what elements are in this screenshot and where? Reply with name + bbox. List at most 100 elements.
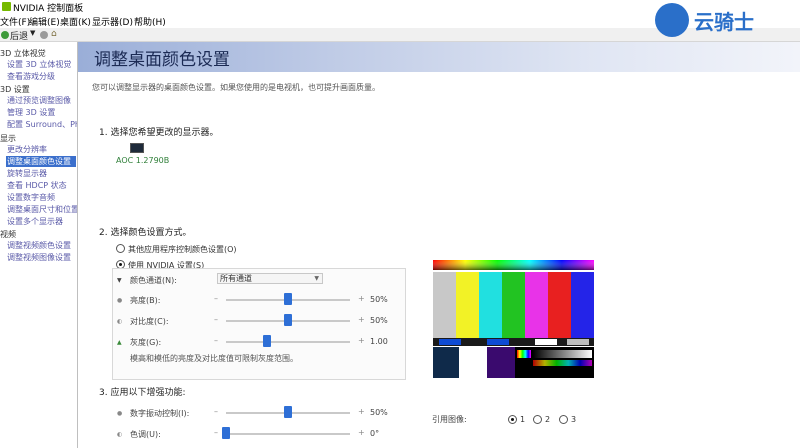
hue-minus-icon[interactable]: – (214, 428, 218, 437)
brightness-slider-thumb[interactable] (284, 293, 292, 305)
page-header: 调整桌面颜色设置 (78, 42, 800, 72)
chevron-down-icon: ▼ (314, 275, 319, 282)
reference-radio-2[interactable] (533, 415, 542, 424)
color-bar (479, 272, 503, 338)
color-bars-test-image (433, 260, 594, 378)
reference-radio-3[interactable] (559, 415, 568, 424)
tree-item-manage-3d[interactable]: 管理 3D 设置 (7, 107, 55, 118)
tree-item-hdcp-status[interactable]: 查看 HDCP 状态 (7, 180, 67, 191)
tree-item-rotate-display[interactable]: 旋转显示器 (7, 168, 47, 179)
page-description: 您可以调整显示器的桌面颜色设置。如果您使用的是电视机，也可提升画面质量。 (92, 83, 380, 92)
brightness-plus-icon[interactable]: + (358, 294, 365, 303)
collapse-triangle-icon[interactable]: ▼ (117, 277, 122, 284)
white-patch (459, 347, 487, 378)
radio-app-control-label[interactable]: 其他应用程序控制颜色设置(O) (128, 244, 237, 255)
tree-item-video-color[interactable]: 调整视频颜色设置 (7, 240, 71, 251)
blue-block (439, 339, 461, 345)
home-icon[interactable]: ⌂ (51, 29, 57, 39)
tree-item-preview-image[interactable]: 通过预览调整图像 (7, 95, 71, 106)
menu-help[interactable]: 帮助(H) (134, 15, 166, 28)
vibrance-minus-icon[interactable]: – (214, 407, 218, 416)
grey-block (567, 339, 589, 345)
monitor-icon[interactable] (130, 143, 144, 153)
tree-item-desktop-size[interactable]: 调整桌面尺寸和位置 (7, 204, 77, 215)
tree-item-video-image[interactable]: 调整视频图像设置 (7, 252, 71, 263)
vibrance-slider-thumb[interactable] (284, 406, 292, 418)
tree-item-game-ratings[interactable]: 查看游戏分级 (7, 71, 55, 82)
reference-image-label: 引用图像: (432, 415, 467, 424)
mini-rainbow (517, 350, 531, 358)
reference-radio-1[interactable] (508, 415, 517, 424)
tree-category-video[interactable]: 视频 (0, 229, 16, 240)
menu-file[interactable]: 文件(F) (0, 15, 30, 28)
section-color-method-label: 2. 选择颜色设置方式。 (99, 228, 192, 238)
hue-slider-thumb[interactable] (222, 427, 230, 439)
page-title: 调整桌面颜色设置 (94, 50, 230, 70)
tree-category-3d-stereo[interactable]: 3D 立体视觉 (0, 48, 46, 59)
contrast-minus-icon[interactable]: – (214, 315, 218, 324)
section-enhancements-label: 3. 应用以下增强功能: (99, 388, 186, 398)
gamma-track[interactable] (226, 341, 350, 343)
contrast-dot-icon: ◐ (117, 318, 123, 325)
back-arrow-icon[interactable] (1, 31, 9, 39)
menu-edit[interactable]: 编辑(E) (29, 15, 60, 28)
forward-arrow-icon[interactable] (40, 31, 48, 39)
grey-ramp (533, 350, 592, 358)
navy-block (433, 347, 459, 378)
reference-radio-3-label[interactable]: 3 (571, 415, 576, 424)
content-panel: 调整桌面颜色设置 您可以调整显示器的桌面颜色设置。如果您使用的是电视机，也可提升… (78, 42, 800, 448)
tree-item-multiple-displays[interactable]: 设置多个显示器 (7, 216, 63, 227)
contrast-value: 50% (370, 316, 388, 325)
color-bar (548, 272, 572, 338)
purple-patch (487, 347, 515, 378)
brightness-label: 亮度(B): (130, 296, 161, 305)
history-dropdown-icon[interactable]: ▼ (30, 29, 35, 37)
color-bar (571, 272, 594, 338)
tree-item-desktop-color[interactable]: 调整桌面颜色设置 (6, 156, 76, 167)
vibrance-dot-icon: ● (117, 410, 123, 417)
gamma-minus-icon[interactable]: – (214, 336, 218, 345)
tree-item-digital-audio[interactable]: 设置数字音频 (7, 192, 55, 203)
contrast-slider-thumb[interactable] (284, 314, 292, 326)
range-note: 模高和模低的亮度及对比度值可限制灰度范围。 (130, 354, 298, 363)
contrast-plus-icon[interactable]: + (358, 315, 365, 324)
vibrance-label: 数字振动控制(I): (130, 409, 190, 418)
color-bars (433, 272, 594, 338)
navigation-tree: 3D 立体视觉 设置 3D 立体视觉 查看游戏分级 3D 设置 通过预览调整图像… (0, 42, 78, 448)
vibrance-plus-icon[interactable]: + (358, 407, 365, 416)
menu-display[interactable]: 显示器(D) (92, 15, 133, 28)
tree-category-display[interactable]: 显示 (0, 133, 16, 144)
hue-track[interactable] (226, 433, 350, 435)
color-channel-label: 颜色通道(N): (130, 276, 177, 285)
gamma-triangle-icon: ▲ (117, 339, 122, 346)
vibrance-value: 50% (370, 408, 388, 417)
tree-item-setup-3d-stereo[interactable]: 设置 3D 立体视觉 (7, 59, 71, 70)
brightness-minus-icon[interactable]: – (214, 294, 218, 303)
hue-label: 色调(U): (130, 430, 161, 439)
tree-item-change-resolution[interactable]: 更改分辨率 (7, 144, 47, 155)
back-button[interactable]: 后退 (10, 29, 28, 42)
monitor-name[interactable]: AOC 1.2790B (116, 156, 169, 165)
hue-plus-icon[interactable]: + (358, 428, 365, 437)
rainbow-ramp (533, 360, 592, 366)
radio-app-control[interactable] (116, 244, 125, 253)
color-channel-value: 所有通道 (220, 274, 252, 283)
section-select-display-label: 1. 选择您希望更改的显示器。 (99, 128, 219, 138)
gamma-slider-thumb[interactable] (262, 335, 271, 347)
brightness-dot-icon: ● (117, 297, 123, 304)
nvidia-app-icon (2, 2, 11, 11)
gamma-plus-icon[interactable]: + (358, 336, 365, 345)
tree-category-3d-settings[interactable]: 3D 设置 (0, 84, 30, 95)
color-channel-select[interactable]: 所有通道 ▼ (217, 273, 323, 284)
color-bar (433, 272, 457, 338)
window-title: NVIDIA 控制面板 (13, 4, 84, 14)
reference-radio-2-label[interactable]: 2 (545, 415, 550, 424)
tree-item-surround-physx[interactable]: 配置 Surround、PhysX (7, 119, 77, 130)
reference-radio-1-label[interactable]: 1 (520, 415, 525, 424)
blue-block-2 (487, 339, 509, 345)
brightness-value: 50% (370, 295, 388, 304)
hue-dot-icon: ◐ (117, 431, 123, 438)
menu-desktop[interactable]: 桌面(K) (60, 15, 91, 28)
watermark: 云骑士 (650, 0, 800, 40)
color-bar (525, 272, 549, 338)
